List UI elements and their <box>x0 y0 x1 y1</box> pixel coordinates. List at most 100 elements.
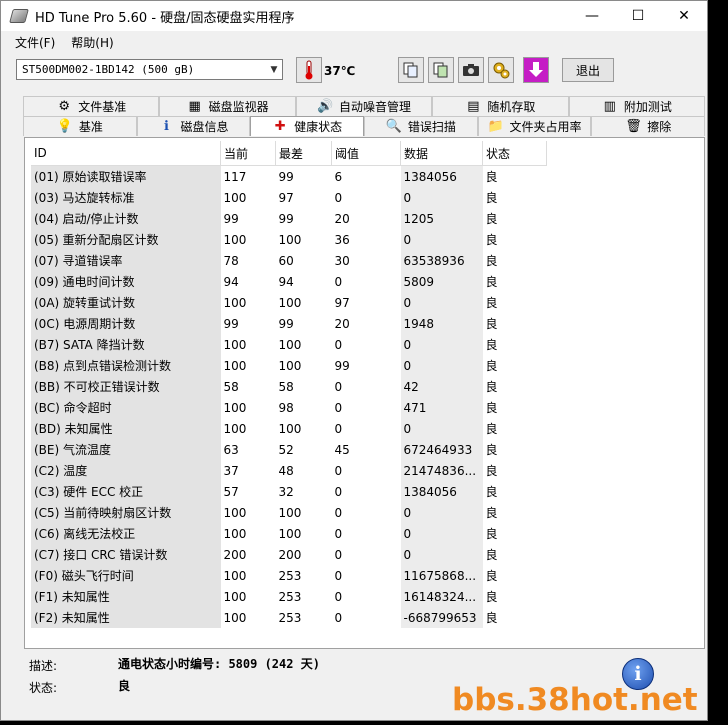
toolbar: ST500DM002-1BD142 (500 gB) ▼ 37℃ 退出 <box>1 53 707 89</box>
table-body: (01) 原始读取错误率 117 99 6 1384056 良 (03) 马达旋转标准 100… <box>31 165 547 628</box>
tab-aam[interactable]: 🔊 自动噪音管理 <box>295 96 433 116</box>
cell-current: 100 <box>223 610 247 625</box>
table-row[interactable]: (BD) 未知属性 100 100 0 0 良 <box>31 418 547 439</box>
column-header-threshold[interactable]: 阈值 <box>331 141 401 166</box>
table-row[interactable]: (B8) 点到点错误检测计数 100 100 99 0 良 <box>31 355 547 376</box>
tab-disk-info[interactable]: ℹ 磁盘信息 <box>136 116 251 136</box>
cell-status: 良 <box>485 233 498 247</box>
table-row[interactable]: (B7) SATA 降挡计数 100 100 0 0 良 <box>31 334 547 355</box>
cell-worst: 200 <box>278 547 302 562</box>
table-row[interactable]: (C3) 硬件 ECC 校正 57 32 0 1384056 良 <box>31 481 547 502</box>
cell-data: 0 <box>400 229 483 250</box>
tab-benchmark[interactable]: 💡 基准 <box>23 116 137 136</box>
table-row[interactable]: (0C) 电源周期计数 99 99 20 1948 良 <box>31 313 547 334</box>
cell-worst: 253 <box>278 568 302 583</box>
cell-data: 0 <box>400 334 483 355</box>
tab-random-access[interactable]: ▤ 随机存取 <box>432 96 569 116</box>
cell-worst: 94 <box>278 274 294 289</box>
table-row[interactable]: (C2) 温度 37 48 0 21474836... 良 <box>31 460 547 481</box>
table-row[interactable]: (C6) 离线无法校正 100 100 0 0 良 <box>31 523 547 544</box>
table-row[interactable]: (05) 重新分配扇区计数 100 100 36 0 良 <box>31 229 547 250</box>
minimize-button[interactable]: — <box>569 1 615 31</box>
options-button[interactable] <box>488 57 514 83</box>
cell-status: 良 <box>485 464 498 478</box>
table-row[interactable]: (04) 启动/停止计数 99 99 20 1205 良 <box>31 208 547 229</box>
table-row[interactable]: (09) 通电时间计数 94 94 0 5809 良 <box>31 271 547 292</box>
table-row[interactable]: (01) 原始读取错误率 117 99 6 1384056 良 <box>31 165 547 187</box>
table-row[interactable]: (C5) 当前待映射扇区计数 100 100 0 0 良 <box>31 502 547 523</box>
cell-worst: 60 <box>278 253 294 268</box>
cell-threshold: 0 <box>334 274 343 289</box>
screenshot-button[interactable] <box>458 57 484 83</box>
table-row[interactable]: (07) 寻道错误率 78 60 30 63538936 良 <box>31 250 547 271</box>
cell-threshold: 0 <box>334 484 343 499</box>
table-row[interactable]: (BC) 命令超时 100 98 0 471 良 <box>31 397 547 418</box>
tab-file-benchmark[interactable]: ⚙ 文件基准 <box>23 96 160 116</box>
copy-screenshot-button[interactable] <box>428 57 454 83</box>
cell-status: 良 <box>485 359 498 373</box>
cell-threshold: 0 <box>334 547 343 562</box>
table-row[interactable]: (BE) 气流温度 63 52 45 672464933 良 <box>31 439 547 460</box>
speaker-icon: 🔊 <box>317 99 334 114</box>
table-row[interactable]: (0A) 旋转重试计数 100 100 97 0 良 <box>31 292 547 313</box>
drive-select[interactable]: ST500DM002-1BD142 (500 gB) ▼ <box>16 59 283 80</box>
table-row[interactable]: (F2) 未知属性 100 253 0 -668799653 良 <box>31 607 547 628</box>
tab-health[interactable]: ✚ 健康状态 <box>250 116 365 136</box>
cell-status: 良 <box>485 275 498 289</box>
tabs-row-top: ⚙ 文件基准 ▦ 磁盘监视器 🔊 自动噪音管理 ▤ 随机存取 ▥ 附加测试 <box>23 96 706 116</box>
tab-extra-tests[interactable]: ▥ 附加测试 <box>568 96 706 116</box>
hdtune-logo-icon <box>9 9 29 23</box>
tab-error-scan[interactable]: 🔍 错误扫描 <box>364 116 478 136</box>
column-header-worst[interactable]: 最差 <box>275 141 332 166</box>
maximize-button[interactable]: ☐ <box>615 1 661 31</box>
cell-status: 良 <box>485 191 498 205</box>
table-row[interactable]: (BB) 不可校正错误计数 58 58 0 42 良 <box>31 376 547 397</box>
column-header-id[interactable]: ID <box>31 141 221 166</box>
cell-id: (09) 通电时间计数 <box>31 271 221 292</box>
table-row[interactable]: (F0) 磁头飞行时间 100 253 0 11675868... 良 <box>31 565 547 586</box>
cell-status: 良 <box>485 380 498 394</box>
cell-worst: 97 <box>278 190 294 205</box>
cell-current: 94 <box>223 274 239 289</box>
table-row[interactable]: (03) 马达旋转标准 100 97 0 0 良 <box>31 187 547 208</box>
column-header-current[interactable]: 当前 <box>220 141 276 166</box>
gears-icon <box>493 62 510 79</box>
table-header-row: ID 当前 最差 阈值 数据 状态 <box>31 141 547 166</box>
cell-id: (B7) SATA 降挡计数 <box>31 334 221 355</box>
close-button[interactable]: ✕ <box>661 1 707 31</box>
cell-worst: 100 <box>278 232 302 247</box>
cell-worst: 99 <box>278 169 294 184</box>
tab-disk-monitor[interactable]: ▦ 磁盘监视器 <box>159 96 296 116</box>
description-label: 描述: <box>29 659 58 673</box>
bulb-icon: 💡 <box>56 119 74 134</box>
cell-data: 0 <box>400 523 483 544</box>
menu-file[interactable]: 文件(F) <box>1 34 63 51</box>
cell-threshold: 0 <box>334 526 343 541</box>
cell-current: 100 <box>223 568 247 583</box>
cell-id: (F1) 未知属性 <box>31 586 221 607</box>
cell-worst: 100 <box>278 526 302 541</box>
title-bar[interactable]: HD Tune Pro 5.60 - 硬盘/固态硬盘实用程序 — ☐ ✕ <box>1 1 707 31</box>
cell-current: 100 <box>223 526 247 541</box>
save-download-button[interactable] <box>523 57 549 83</box>
cell-current: 57 <box>223 484 239 499</box>
tab-folder-usage[interactable]: 📁 文件夹占用率 <box>477 116 592 136</box>
cell-id: (C7) 接口 CRC 错误计数 <box>31 544 221 565</box>
cell-current: 100 <box>223 232 247 247</box>
menu-help[interactable]: 帮助(H) <box>63 34 121 51</box>
cell-threshold: 0 <box>334 190 343 205</box>
exit-button[interactable]: 退出 <box>562 58 614 82</box>
cell-current: 100 <box>223 505 247 520</box>
tab-erase[interactable]: 🗑 擦除 <box>591 116 706 136</box>
description-value: 通电状态小时编号: 5809 (242 天) <box>118 657 320 671</box>
cell-threshold: 36 <box>334 232 350 247</box>
column-header-status[interactable]: 状态 <box>482 141 547 166</box>
cell-status: 良 <box>485 422 498 436</box>
column-header-data[interactable]: 数据 <box>400 141 483 166</box>
cell-data: 1384056 <box>400 481 483 502</box>
table-row[interactable]: (C7) 接口 CRC 错误计数 200 200 0 0 良 <box>31 544 547 565</box>
copy-text-button[interactable] <box>398 57 424 83</box>
cell-status: 良 <box>485 527 498 541</box>
table-row[interactable]: (F1) 未知属性 100 253 0 16148324... 良 <box>31 586 547 607</box>
thermometer-icon <box>296 57 322 83</box>
